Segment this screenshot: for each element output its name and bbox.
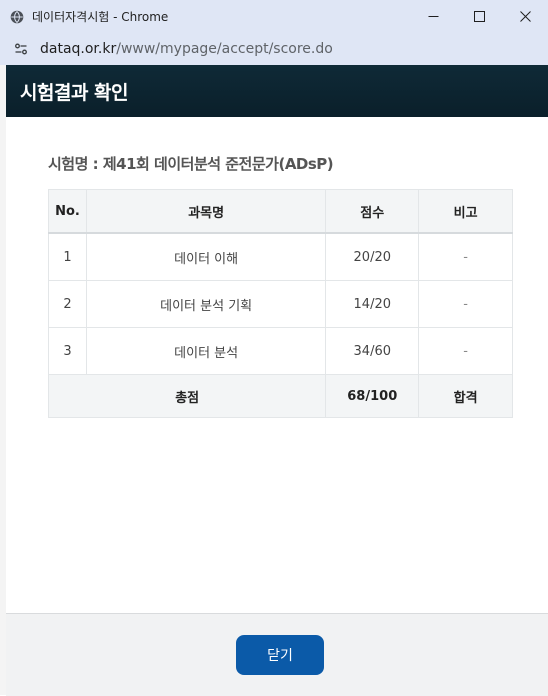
header-score: 점수 xyxy=(325,189,420,234)
total-score: 68/100 xyxy=(325,374,420,418)
row-score: 34/60 xyxy=(325,327,420,375)
window-titlebar: 데이터자격시험 - Chrome xyxy=(0,0,548,33)
url-text[interactable]: dataq.or.kr/www/mypage/accept/score.do xyxy=(40,41,333,57)
row-subject: 데이터 분석 xyxy=(85,327,327,375)
pass-result: 합격 xyxy=(418,374,513,418)
score-modal: 시험결과 확인 시험명 : 제41회 데이터분석 준전문가(ADsP) No. … xyxy=(6,65,548,696)
modal-footer: 닫기 xyxy=(6,613,548,696)
row-subject: 데이터 분석 기획 xyxy=(85,280,327,328)
url-path: /www/mypage/accept/score.do xyxy=(116,41,333,57)
maximize-button[interactable] xyxy=(456,0,502,33)
row-no: 1 xyxy=(48,232,87,281)
modal-header: 시험결과 확인 xyxy=(6,65,548,117)
close-button[interactable]: 닫기 xyxy=(236,635,324,675)
window-title: 데이터자격시험 - Chrome xyxy=(32,10,169,24)
table-header-row: No. 과목명 점수 비고 xyxy=(48,189,513,234)
url-host: dataq.or.kr xyxy=(40,41,117,57)
close-window-button[interactable] xyxy=(502,0,548,33)
row-no: 2 xyxy=(48,280,87,328)
row-subject: 데이터 이해 xyxy=(85,232,327,281)
score-table: No. 과목명 점수 비고 1 데이터 이해 20/20 - 2 데이터 분석 … xyxy=(47,189,513,418)
globe-icon xyxy=(10,10,24,24)
header-subject: 과목명 xyxy=(85,189,327,234)
row-note: - xyxy=(418,280,513,328)
row-note: - xyxy=(418,232,513,281)
maximize-icon xyxy=(473,11,485,22)
minimize-icon xyxy=(428,16,438,17)
table-row: 3 데이터 분석 34/60 - xyxy=(48,327,513,375)
address-bar[interactable]: dataq.or.kr/www/mypage/accept/score.do xyxy=(0,33,548,65)
total-row: 총점 68/100 합격 xyxy=(47,374,513,418)
modal-title: 시험결과 확인 xyxy=(20,81,129,104)
exam-name: 시험명 : 제41회 데이터분석 준전문가(ADsP) xyxy=(48,155,334,173)
row-score: 20/20 xyxy=(325,232,420,281)
site-info-icon[interactable] xyxy=(10,38,32,60)
header-note: 비고 xyxy=(418,189,513,234)
total-label: 총점 xyxy=(47,374,327,418)
header-no: No. xyxy=(48,189,87,234)
row-score: 14/20 xyxy=(325,280,420,328)
row-no: 3 xyxy=(48,327,87,375)
table-row: 2 데이터 분석 기획 14/20 - xyxy=(48,280,513,328)
row-note: - xyxy=(418,327,513,375)
table-row: 1 데이터 이해 20/20 - xyxy=(48,232,513,281)
close-icon xyxy=(519,11,531,22)
minimize-button[interactable] xyxy=(410,0,456,33)
